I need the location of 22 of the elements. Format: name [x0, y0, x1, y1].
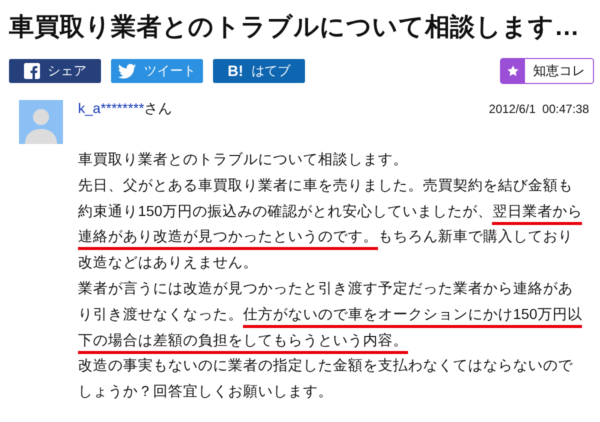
body-text-line: 車買取り業者とのトラブルについて相談します。 — [78, 151, 408, 170]
body-text-line: 改造の事実もないのに業者の指定した金額を支払わなくてはならないので — [78, 356, 573, 376]
facebook-icon — [24, 63, 40, 79]
username-link[interactable]: k_a******** — [78, 100, 144, 116]
question-title: 車買取り業者とのトラブルについて相談します… — [9, 12, 581, 43]
body-text-line: 業者が言うには改造が見つかったと引き渡す予定だった業者から連絡があ — [78, 280, 573, 299]
post-date: 2012/6/1 00:47:38 — [488, 102, 589, 116]
body-text-line: り引き渡せなくなった。仕方がないので車をオークションにかけ150万円以 — [78, 304, 582, 331]
body-text-line: しょうか？回答宜しくお願いします。 — [78, 382, 333, 402]
body-text-line: 改造などはありえません。 — [78, 254, 258, 274]
avatar-icon — [19, 100, 63, 144]
star-icon — [507, 65, 519, 77]
bird-icon — [118, 64, 136, 78]
body-text-line: 下の場合は差額の負担をしてもらうという内容。 — [78, 330, 408, 356]
body-text-line: 約束通り150万円の振込みの確認がとれ安心していましたが、翌日業者から — [78, 202, 582, 228]
honorific: さん — [144, 100, 172, 116]
share-button[interactable]: シェア — [9, 59, 101, 83]
body-text-line: 先日、父がとある車買取り業者に車を売りました。売買契約を結び金額も — [78, 176, 573, 196]
hatena-logo-icon: B! — [228, 62, 244, 80]
share-button[interactable]: B! はてブ — [213, 59, 305, 83]
collect-button[interactable]: 知恵コレ — [500, 58, 594, 84]
body-text-line: 連絡があり改造が見つかったというのです。もちろん新車で購入しており — [78, 227, 573, 254]
